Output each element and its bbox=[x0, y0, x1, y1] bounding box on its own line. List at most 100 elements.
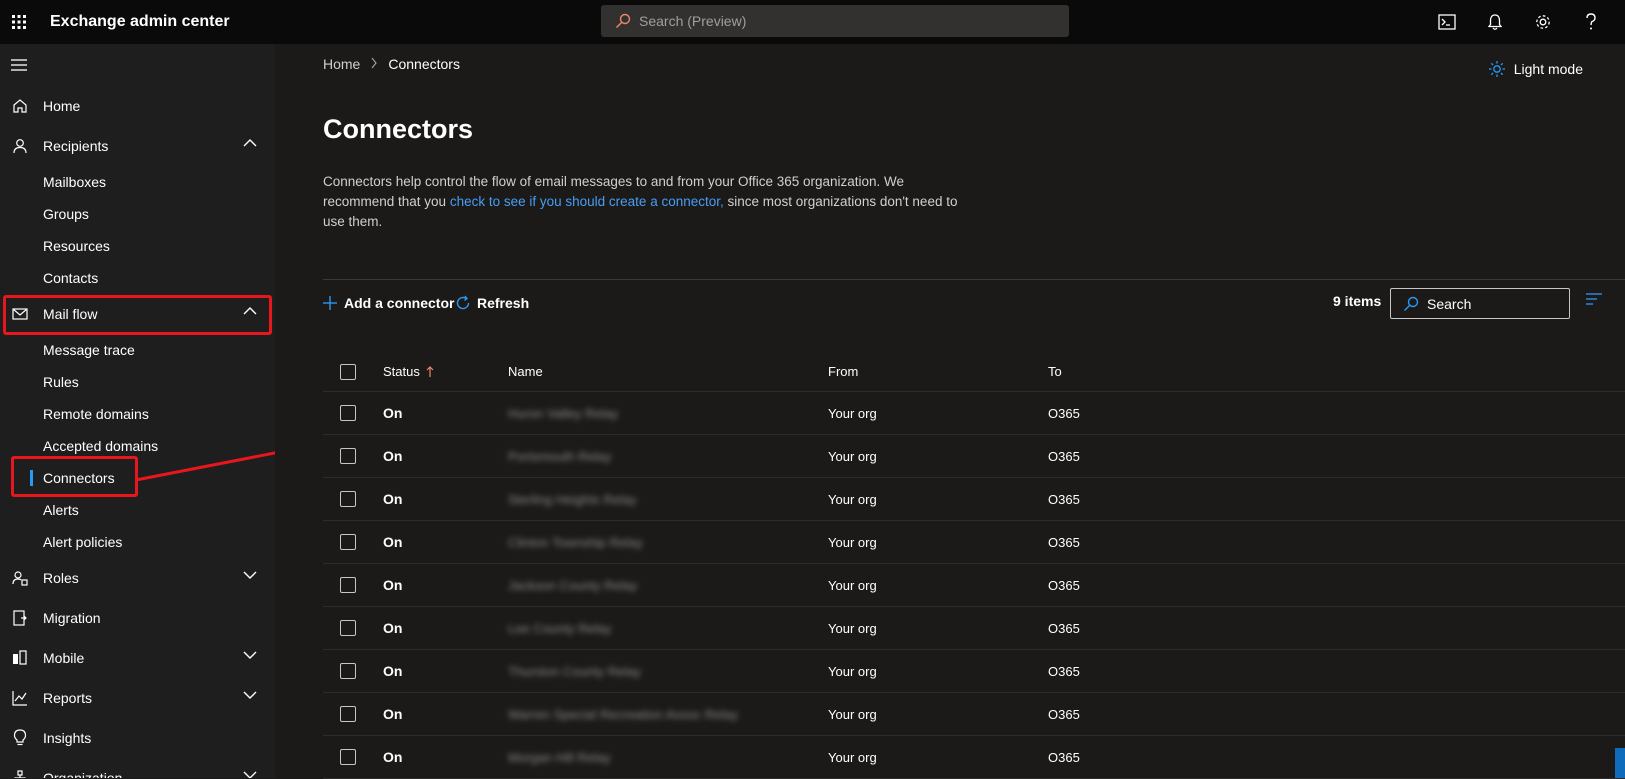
table-row[interactable]: OnJackson County RelayYour orgO365 bbox=[323, 564, 1625, 607]
cell-to: O365 bbox=[1048, 449, 1248, 464]
roles-icon bbox=[10, 568, 30, 588]
light-mode-toggle[interactable]: Light mode bbox=[1488, 60, 1583, 78]
cell-to: O365 bbox=[1048, 492, 1248, 507]
chevron-down-icon bbox=[243, 570, 257, 580]
scrollbar-thumb[interactable] bbox=[1615, 748, 1625, 778]
notifications-bell-icon[interactable] bbox=[1471, 0, 1519, 44]
sidebar-item-recipients[interactable]: Recipients bbox=[0, 126, 275, 166]
cell-from: Your org bbox=[828, 707, 1048, 722]
help-icon[interactable] bbox=[1567, 0, 1615, 44]
cell-from: Your org bbox=[828, 535, 1048, 550]
cell-name[interactable]: Lee County Relay bbox=[508, 621, 828, 636]
sidebar-item-mailboxes[interactable]: Mailboxes bbox=[0, 166, 275, 198]
sidebar-item-message-trace[interactable]: Message trace bbox=[0, 334, 275, 366]
cell-name[interactable]: Huron Valley Relay bbox=[508, 406, 828, 421]
breadcrumb-separator-icon bbox=[370, 56, 378, 72]
cell-name[interactable]: Thurston County Relay bbox=[508, 664, 828, 679]
row-checkbox[interactable] bbox=[340, 405, 356, 421]
breadcrumb-home[interactable]: Home bbox=[323, 56, 360, 72]
sidebar-item-alerts[interactable]: Alerts bbox=[0, 494, 275, 526]
plus-icon bbox=[322, 295, 338, 311]
table-search-input[interactable]: Search bbox=[1390, 288, 1570, 319]
cell-status: On bbox=[383, 534, 508, 550]
page-title: Connectors bbox=[323, 114, 473, 145]
sidebar-item-rules[interactable]: Rules bbox=[0, 366, 275, 398]
row-checkbox[interactable] bbox=[340, 577, 356, 593]
table-row[interactable]: OnThurston County RelayYour orgO365 bbox=[323, 650, 1625, 693]
sidebar-item-roles[interactable]: Roles bbox=[0, 558, 275, 598]
row-checkbox[interactable] bbox=[340, 491, 356, 507]
cell-status: On bbox=[383, 491, 508, 507]
breadcrumb-current: Connectors bbox=[388, 56, 460, 72]
sidebar-item-contacts[interactable]: Contacts bbox=[0, 262, 275, 294]
app-title[interactable]: Exchange admin center bbox=[50, 13, 230, 31]
sidebar-item-organization[interactable]: Organization bbox=[0, 758, 275, 778]
global-search-placeholder: Search (Preview) bbox=[639, 13, 746, 29]
create-connector-link[interactable]: check to see if you should create a conn… bbox=[450, 194, 724, 209]
column-header-from[interactable]: From bbox=[828, 364, 1048, 379]
select-all-checkbox[interactable] bbox=[340, 364, 356, 380]
cell-from: Your org bbox=[828, 449, 1048, 464]
table-header: Status Name From To bbox=[323, 352, 1625, 392]
table-row[interactable]: OnHuron Valley RelayYour orgO365 bbox=[323, 392, 1625, 435]
row-checkbox[interactable] bbox=[340, 749, 356, 765]
cell-name[interactable]: Jackson County Relay bbox=[508, 578, 828, 593]
cell-from: Your org bbox=[828, 492, 1048, 507]
cloud-shell-icon[interactable] bbox=[1423, 0, 1471, 44]
sidebar-item-label: Rules bbox=[43, 374, 79, 390]
breadcrumb: Home Connectors bbox=[323, 56, 460, 72]
cell-name[interactable]: Clinton Township Relay bbox=[508, 535, 828, 550]
add-connector-label: Add a connector bbox=[344, 295, 454, 311]
collapse-nav-icon[interactable] bbox=[0, 44, 275, 86]
sidebar-item-label: Alerts bbox=[43, 502, 79, 518]
sidebar-item-label: Remote domains bbox=[43, 406, 149, 422]
refresh-icon bbox=[455, 295, 471, 311]
column-header-to[interactable]: To bbox=[1048, 364, 1248, 379]
cell-to: O365 bbox=[1048, 664, 1248, 679]
sidebar-item-label: Reports bbox=[43, 690, 92, 706]
cell-name[interactable]: Portsmouth Relay bbox=[508, 449, 828, 464]
table-row[interactable]: OnMorgan Hill RelayYour orgO365 bbox=[323, 736, 1625, 779]
cell-to: O365 bbox=[1048, 750, 1248, 765]
sort-ascending-icon bbox=[426, 366, 434, 378]
sidebar-item-label: Contacts bbox=[43, 270, 98, 286]
settings-gear-icon[interactable] bbox=[1519, 0, 1567, 44]
add-connector-button[interactable]: Add a connector bbox=[322, 288, 454, 318]
app-launcher-icon[interactable] bbox=[0, 0, 38, 44]
row-checkbox[interactable] bbox=[340, 706, 356, 722]
organization-icon bbox=[10, 768, 30, 778]
sidebar-item-migration[interactable]: Migration bbox=[0, 598, 275, 638]
cell-name[interactable]: Warren Special Recreation Assoc Relay bbox=[508, 707, 828, 722]
sidebar-item-reports[interactable]: Reports bbox=[0, 678, 275, 718]
person-icon bbox=[10, 136, 30, 156]
row-checkbox[interactable] bbox=[340, 448, 356, 464]
row-checkbox[interactable] bbox=[340, 534, 356, 550]
cell-from: Your org bbox=[828, 621, 1048, 636]
sidebar-item-remote-domains[interactable]: Remote domains bbox=[0, 398, 275, 430]
sidebar-item-insights[interactable]: Insights bbox=[0, 718, 275, 758]
table-row[interactable]: OnLee County RelayYour orgO365 bbox=[323, 607, 1625, 650]
chevron-down-icon bbox=[243, 650, 257, 660]
table-row[interactable]: OnClinton Township RelayYour orgO365 bbox=[323, 521, 1625, 564]
cell-name[interactable]: Sterling Heights Relay bbox=[508, 492, 828, 507]
refresh-button[interactable]: Refresh bbox=[455, 288, 529, 318]
column-header-status[interactable]: Status bbox=[383, 364, 508, 379]
sidebar-item-groups[interactable]: Groups bbox=[0, 198, 275, 230]
table-body: OnHuron Valley RelayYour orgO365OnPortsm… bbox=[323, 392, 1625, 779]
row-checkbox[interactable] bbox=[340, 663, 356, 679]
sidebar-item-label: Mobile bbox=[43, 650, 84, 666]
cell-name[interactable]: Morgan Hill Relay bbox=[508, 750, 828, 765]
table-row[interactable]: OnWarren Special Recreation Assoc RelayY… bbox=[323, 693, 1625, 736]
sidebar-item-alert-policies[interactable]: Alert policies bbox=[0, 526, 275, 558]
table-row[interactable]: OnSterling Heights RelayYour orgO365 bbox=[323, 478, 1625, 521]
table-row[interactable]: OnPortsmouth RelayYour orgO365 bbox=[323, 435, 1625, 478]
sidebar-item-home[interactable]: Home bbox=[0, 86, 275, 126]
row-checkbox[interactable] bbox=[340, 620, 356, 636]
sidebar-item-resources[interactable]: Resources bbox=[0, 230, 275, 262]
global-search-input[interactable]: Search (Preview) bbox=[601, 5, 1069, 37]
cell-status: On bbox=[383, 577, 508, 593]
sidebar-item-label: Roles bbox=[43, 570, 79, 586]
column-header-name[interactable]: Name bbox=[508, 364, 828, 379]
filter-icon[interactable] bbox=[1585, 292, 1603, 306]
sidebar-item-mobile[interactable]: Mobile bbox=[0, 638, 275, 678]
